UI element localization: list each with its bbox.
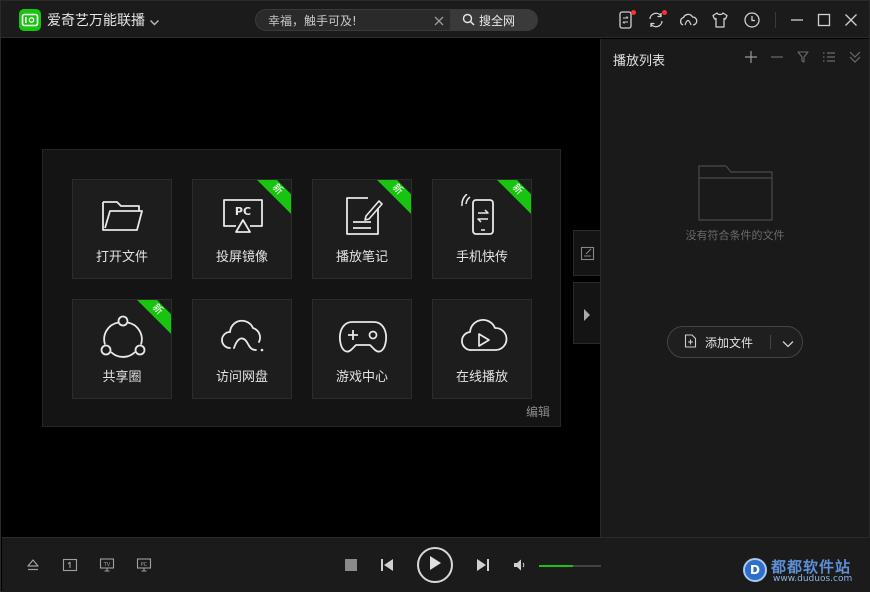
skin-shirt-icon[interactable]	[710, 10, 730, 30]
tile-label: 播放笔记	[335, 250, 388, 265]
sync-icon[interactable]	[646, 10, 667, 30]
playlist-title: 播放列表	[613, 54, 666, 69]
play-notes-tile[interactable]: 播放笔记 新	[312, 179, 412, 279]
online-play-tile[interactable]: 在线播放	[432, 299, 532, 399]
collapse-icon[interactable]	[848, 50, 862, 64]
add-icon[interactable]	[744, 50, 758, 64]
notification-dot	[662, 10, 667, 15]
cloud-icon[interactable]	[678, 10, 698, 30]
tile-label: 在线播放	[455, 370, 508, 385]
watermark-url: www.duduos.com	[773, 574, 853, 584]
volume-icon[interactable]	[513, 558, 527, 572]
app-window: 爱奇艺万能联播 搜全网	[0, 0, 870, 592]
gamepad-icon	[338, 314, 388, 358]
cloud-play-icon	[458, 314, 508, 358]
note-icon	[580, 246, 595, 265]
play-button[interactable]	[417, 547, 453, 583]
close-icon[interactable]	[841, 10, 861, 30]
pc-cast-icon[interactable]: PC	[136, 557, 152, 573]
game-center-tile[interactable]: 游戏中心	[312, 299, 412, 399]
remove-icon[interactable]	[770, 50, 784, 64]
history-clock-icon[interactable]	[742, 10, 762, 30]
subtitle-icon[interactable]	[62, 557, 78, 573]
maximize-icon[interactable]	[814, 10, 834, 30]
pc-cast-icon: PC	[218, 194, 268, 238]
screen-mirror-tile[interactable]: PC 投屏镜像 新	[192, 179, 292, 279]
next-icon[interactable]	[476, 558, 490, 572]
expand-panel-button[interactable]	[573, 282, 600, 344]
cloud-drive-icon	[218, 314, 268, 358]
note-icon	[338, 194, 388, 238]
folder-icon	[98, 194, 148, 238]
phone-transfer-tile[interactable]: 手机快传 新	[432, 179, 532, 279]
volume-level	[539, 565, 574, 567]
search-button[interactable]: 搜全网	[450, 9, 538, 31]
volume-slider[interactable]	[539, 565, 601, 567]
list-icon[interactable]	[822, 50, 836, 64]
previous-icon[interactable]	[380, 558, 394, 572]
playlist-panel: 播放列表 没有符合条件的文件 添加文件	[600, 39, 869, 537]
edit-button[interactable]: 编辑	[526, 403, 550, 420]
notification-dot	[631, 10, 636, 15]
open-file-tile[interactable]: 打开文件	[72, 179, 172, 279]
empty-message: 没有符合条件的文件	[685, 229, 785, 242]
play-icon	[428, 555, 442, 575]
chevron-down-icon[interactable]	[149, 13, 160, 32]
site-watermark: D 都都软件站 www.duduos.com	[743, 556, 865, 586]
phone-transfer-icon[interactable]	[616, 10, 636, 30]
search-icon	[462, 11, 475, 30]
share-circle-tile[interactable]: 共享圈 新	[72, 299, 172, 399]
add-file-button-group: 添加文件	[667, 326, 803, 358]
minimize-icon[interactable]	[787, 10, 807, 30]
svg-text:TV: TV	[103, 562, 111, 568]
tile-label: 手机快传	[455, 250, 508, 265]
stop-icon[interactable]	[344, 558, 358, 572]
add-file-button[interactable]: 添加文件	[668, 327, 770, 357]
tile-label: 访问网盘	[215, 370, 268, 385]
tile-label: 共享圈	[102, 370, 142, 385]
tv-cast-icon[interactable]: TV	[99, 557, 115, 573]
search-input[interactable]	[268, 13, 428, 29]
video-area[interactable]: 打开文件 PC 投屏镜像 新 播放笔记 新 手机快传 新 共享圈 新 访问网盘 …	[2, 39, 600, 537]
tile-label: 游戏中心	[335, 370, 388, 385]
title-bar[interactable]: 爱奇艺万能联播 搜全网	[1, 1, 869, 38]
add-file-dropdown[interactable]	[774, 327, 802, 357]
chevron-down-icon	[782, 333, 794, 352]
svg-text:PC: PC	[235, 205, 251, 218]
empty-folder-icon	[698, 164, 774, 226]
eject-icon[interactable]	[25, 557, 41, 573]
share-circle-icon	[98, 314, 148, 358]
add-file-icon	[684, 333, 697, 352]
filter-icon[interactable]	[796, 50, 810, 64]
app-title[interactable]: 爱奇艺万能联播	[47, 10, 145, 30]
add-file-label: 添加文件	[705, 335, 754, 350]
feature-panel: 打开文件 PC 投屏镜像 新 播放笔记 新 手机快传 新 共享圈 新 访问网盘 …	[42, 149, 561, 427]
button-separator	[770, 335, 771, 349]
search-button-label: 搜全网	[479, 13, 516, 28]
control-bar: TV PC	[2, 537, 870, 592]
notes-side-button[interactable]	[573, 230, 600, 276]
cloud-drive-tile[interactable]: 访问网盘	[192, 299, 292, 399]
svg-text:PC: PC	[141, 562, 148, 568]
close-icon[interactable]	[432, 13, 446, 27]
chevron-right-icon	[582, 307, 592, 326]
titlebar-separator	[775, 12, 776, 28]
phone-transfer-icon	[458, 194, 508, 238]
app-logo-icon	[19, 9, 41, 31]
search-box: 搜全网	[255, 9, 538, 31]
tile-label: 打开文件	[95, 250, 148, 265]
watermark-logo: D	[743, 558, 767, 582]
tile-label: 投屏镜像	[215, 250, 268, 265]
